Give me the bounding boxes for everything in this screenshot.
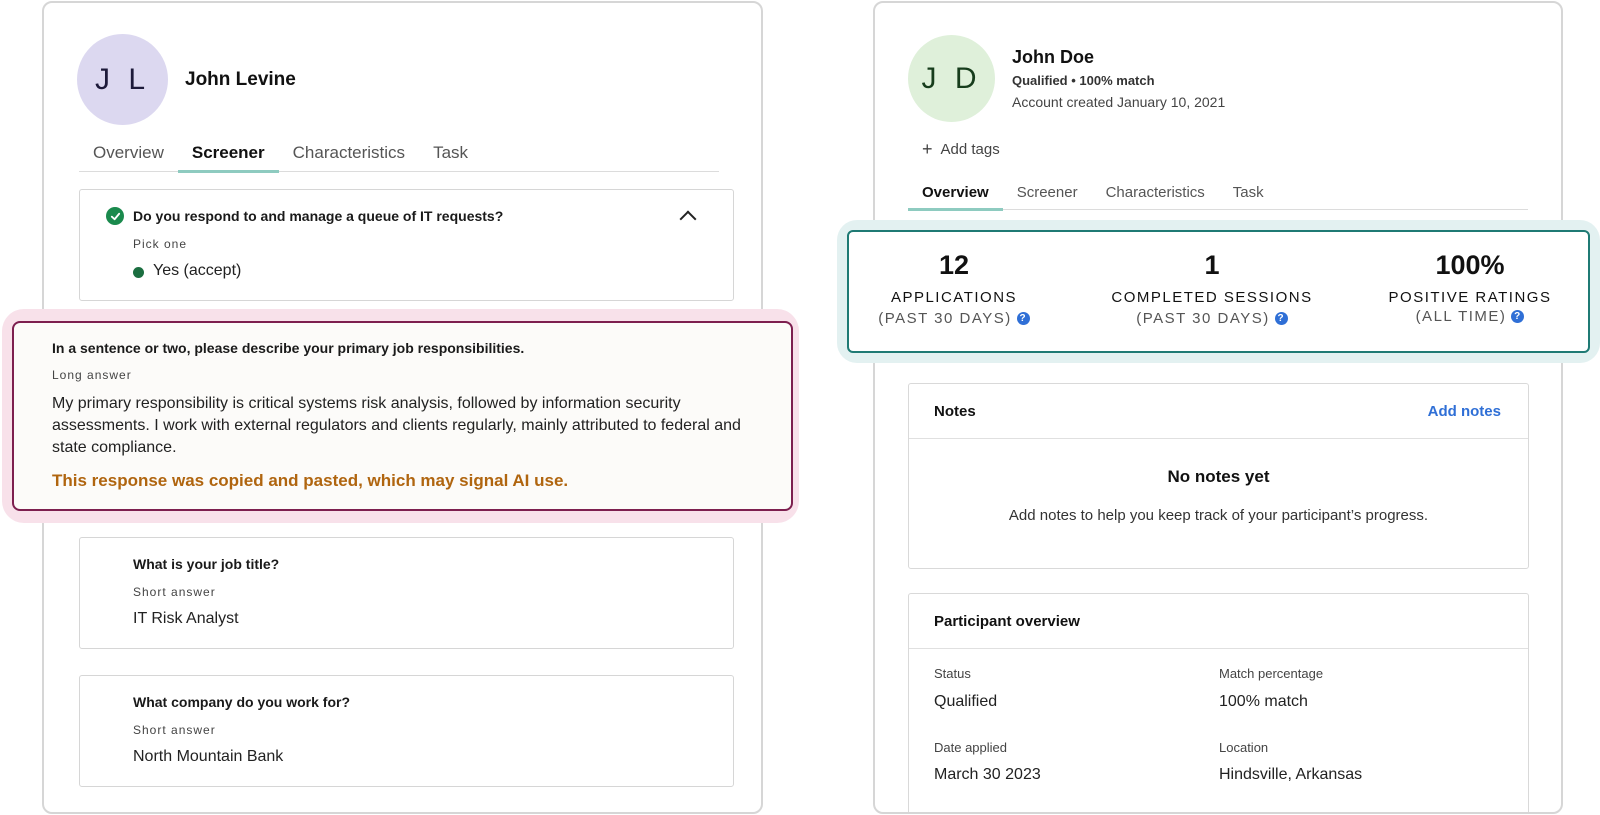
stat-completed-sessions: 1 COMPLETED SESSIONS (PAST 30 DAYS) ? bbox=[1097, 232, 1327, 327]
profile-tabs: Overview Screener Characteristics Task bbox=[908, 180, 1528, 211]
tab-task[interactable]: Task bbox=[419, 138, 482, 172]
avatar: J D bbox=[908, 35, 995, 122]
check-circle-icon bbox=[106, 207, 124, 225]
stat-applications: 12 APPLICATIONS (PAST 30 DAYS) ? bbox=[849, 232, 1059, 327]
avatar: J L bbox=[77, 34, 168, 125]
tab-characteristics[interactable]: Characteristics bbox=[1092, 180, 1219, 210]
stat-sub-text: (PAST 30 DAYS) bbox=[878, 310, 1012, 327]
stat-label: COMPLETED SESSIONS bbox=[1111, 289, 1313, 306]
stat-sub-text: (PAST 30 DAYS) bbox=[1136, 310, 1270, 327]
avatar-initials: J D bbox=[921, 61, 982, 95]
status-label: Status bbox=[934, 666, 971, 681]
screener-question-card: Do you respond to and manage a queue of … bbox=[79, 189, 734, 301]
screener-question-card: What is your job title? Short answer IT … bbox=[79, 537, 734, 649]
screener-question-card: What company do you work for? Short answ… bbox=[79, 675, 734, 787]
question-answer: North Mountain Bank bbox=[133, 748, 284, 765]
add-tags-button[interactable]: + Add tags bbox=[922, 139, 1000, 160]
tab-screener[interactable]: Screener bbox=[177, 138, 279, 173]
notes-title: Notes bbox=[934, 403, 976, 420]
question-text: Do you respond to and manage a queue of … bbox=[133, 208, 504, 224]
question-text: What company do you work for? bbox=[133, 694, 351, 710]
tab-overview[interactable]: Overview bbox=[79, 138, 178, 172]
stat-sub: (PAST 30 DAYS) ? bbox=[1097, 310, 1327, 327]
participant-name: John Levine bbox=[185, 69, 296, 90]
right-participant-panel: J D John Doe Qualified • 100% match Acco… bbox=[873, 1, 1563, 814]
chevron-up-icon[interactable] bbox=[679, 210, 697, 228]
stat-value: 100% bbox=[1435, 250, 1505, 280]
stat-positive-ratings: 100% POSITIVE RATINGS (ALL TIME) ? bbox=[1370, 232, 1570, 325]
stat-label: POSITIVE RATINGS bbox=[1388, 289, 1552, 306]
question-type: Short answer bbox=[133, 585, 216, 599]
help-icon[interactable]: ? bbox=[1274, 312, 1288, 325]
tab-task[interactable]: Task bbox=[1219, 180, 1278, 210]
date-applied-value: March 30 2023 bbox=[934, 766, 1041, 783]
question-type: Long answer bbox=[52, 368, 132, 382]
tab-screener[interactable]: Screener bbox=[1003, 180, 1092, 210]
help-icon[interactable]: ? bbox=[1016, 312, 1030, 325]
ai-warning-text: This response was copied and pasted, whi… bbox=[52, 471, 569, 490]
stat-sub: (ALL TIME) ? bbox=[1370, 308, 1570, 325]
stat-sub: (PAST 30 DAYS) ? bbox=[849, 310, 1059, 327]
notes-section: Notes Add notes No notes yet Add notes t… bbox=[908, 383, 1529, 569]
question-text: What is your job title? bbox=[133, 556, 280, 572]
match-percentage-value: 100% match bbox=[1219, 693, 1308, 710]
location-value: Hindsville, Arkansas bbox=[1219, 766, 1363, 783]
tab-characteristics[interactable]: Characteristics bbox=[279, 138, 419, 172]
status-line: Qualified • 100% match bbox=[1012, 73, 1155, 88]
stat-sub-text: (ALL TIME) bbox=[1415, 308, 1507, 325]
question-answer: IT Risk Analyst bbox=[133, 610, 239, 627]
tab-overview[interactable]: Overview bbox=[908, 180, 1003, 211]
question-answer: My primary responsibility is critical sy… bbox=[52, 395, 741, 456]
stat-value: 12 bbox=[938, 250, 970, 280]
question-text: In a sentence or two, please describe yo… bbox=[52, 340, 525, 356]
participant-name: John Doe bbox=[1012, 47, 1095, 67]
add-notes-link[interactable]: Add notes bbox=[1428, 403, 1501, 420]
overview-title: Participant overview bbox=[934, 613, 1080, 630]
notes-header: Notes Add notes bbox=[909, 384, 1528, 439]
profile-tabs: Overview Screener Characteristics Task bbox=[79, 138, 719, 173]
stats-card: 12 APPLICATIONS (PAST 30 DAYS) ? 1 COMPL… bbox=[847, 230, 1590, 353]
plus-icon: + bbox=[922, 139, 933, 159]
avatar-initials: J L bbox=[94, 62, 151, 96]
add-tags-label: Add tags bbox=[940, 141, 1000, 158]
question-type: Short answer bbox=[133, 723, 216, 737]
stat-label: APPLICATIONS bbox=[890, 289, 1018, 306]
overview-header: Participant overview bbox=[909, 594, 1528, 649]
flagged-question-card: In a sentence or two, please describe yo… bbox=[12, 321, 793, 511]
date-applied-label: Date applied bbox=[934, 740, 1007, 755]
notes-empty-text: Add notes to help you keep track of your… bbox=[1008, 507, 1429, 524]
selected-dot-icon bbox=[133, 267, 144, 278]
match-percentage-label: Match percentage bbox=[1219, 666, 1324, 681]
status-value: Qualified bbox=[934, 693, 998, 710]
location-label: Location bbox=[1219, 740, 1269, 755]
help-icon[interactable]: ? bbox=[1511, 310, 1525, 323]
question-type: Pick one bbox=[133, 237, 188, 251]
account-created: Account created January 10, 2021 bbox=[1012, 94, 1226, 110]
stat-value: 1 bbox=[1204, 250, 1220, 280]
question-answer: Yes (accept) bbox=[153, 262, 242, 279]
participant-overview-section: Participant overview Status Qualified Ma… bbox=[908, 593, 1529, 812]
notes-empty-title: No notes yet bbox=[1167, 467, 1270, 486]
